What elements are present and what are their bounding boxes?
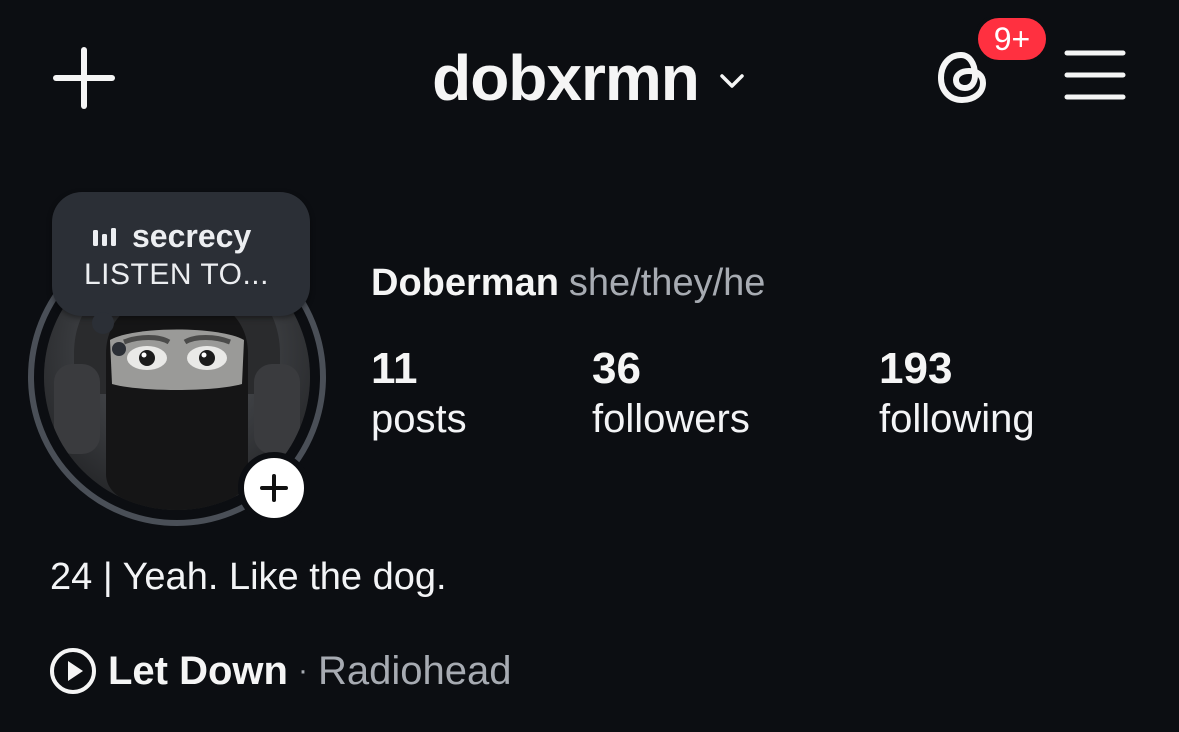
- posts-label: posts: [371, 397, 467, 442]
- note-title: secrecy: [132, 218, 252, 254]
- music-separator: ·: [297, 654, 308, 687]
- add-story-button[interactable]: [238, 452, 310, 524]
- followers-stat[interactable]: 36 followers: [592, 344, 750, 442]
- posts-stat[interactable]: 11 posts: [371, 344, 467, 442]
- posts-count: 11: [371, 344, 418, 393]
- profile-username: dobxrmn: [432, 42, 700, 114]
- following-label: following: [879, 397, 1035, 442]
- song-artist: Radiohead: [317, 648, 512, 693]
- bio-text: 24 | Yeah. Like the dog.: [50, 556, 447, 598]
- pronouns: she/they/he: [568, 262, 766, 304]
- note-bubble-tail: [92, 312, 114, 334]
- note-bubble-tail-small: [112, 342, 126, 356]
- plus-icon: [260, 474, 288, 502]
- followers-label: followers: [592, 397, 750, 442]
- following-stat[interactable]: 193 following: [879, 344, 1035, 442]
- song-title: Let Down: [108, 648, 288, 693]
- play-circle-icon: [50, 648, 96, 694]
- profile-music[interactable]: Let Down · Radiohead: [48, 646, 511, 696]
- display-name: Doberman: [371, 262, 559, 304]
- note-title-row: secrecy: [92, 218, 251, 255]
- followers-count: 36: [592, 344, 641, 393]
- hamburger-menu-icon: [1064, 50, 1126, 100]
- notification-badge: 9+: [974, 14, 1050, 64]
- menu-button[interactable]: [1062, 46, 1128, 104]
- note-subtitle: LISTEN TO...: [84, 258, 269, 291]
- chevron-down-icon: [720, 74, 744, 88]
- audio-bars-icon: [93, 227, 116, 246]
- following-count: 193: [879, 344, 953, 393]
- name-row: Doberman she/they/he: [371, 262, 765, 305]
